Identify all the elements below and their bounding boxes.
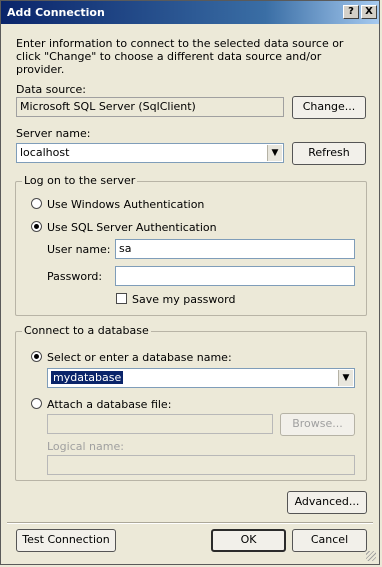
database-name-combobox[interactable]: mydatabase ▼ [47,368,355,388]
add-connection-dialog: Add Connection ? X Enter information to … [0,0,380,565]
database-group-label: Connect to a database [22,324,151,337]
username-field[interactable]: sa [115,239,355,259]
resize-grip-icon[interactable] [366,551,376,561]
password-field[interactable] [115,266,355,286]
windows-auth-radio[interactable] [31,198,42,209]
window-title: Add Connection [7,6,105,19]
change-button[interactable]: Change... [292,96,366,119]
browse-button[interactable]: Browse... [280,413,355,436]
logical-name-label: Logical name: [47,440,124,453]
attach-file-radio[interactable] [31,398,42,409]
intro-text: Enter information to connect to the sele… [16,37,344,76]
sql-auth-radio[interactable] [31,221,42,232]
attach-file-field[interactable] [47,414,273,434]
password-label: Password: [47,270,103,283]
test-connection-button[interactable]: Test Connection [16,529,116,552]
server-name-combobox[interactable]: localhost ▼ [16,143,284,163]
select-database-radio[interactable] [31,351,42,362]
ok-button[interactable]: OK [211,529,286,552]
username-label: User name: [47,243,111,256]
divider [7,522,373,524]
help-button[interactable]: ? [343,5,359,19]
logical-name-field[interactable] [47,455,355,475]
database-name-value: mydatabase [51,371,124,384]
data-source-label: Data source: [16,83,86,96]
title-bar: Add Connection ? X [1,1,379,24]
chevron-down-icon[interactable]: ▼ [267,145,282,161]
sql-auth-label[interactable]: Use SQL Server Authentication [47,221,217,234]
radio-selected-dot [34,354,39,359]
attach-file-label[interactable]: Attach a database file: [47,398,171,411]
cancel-button[interactable]: Cancel [292,529,367,552]
chevron-down-icon[interactable]: ▼ [338,370,353,386]
server-name-value: localhost [20,146,70,159]
radio-selected-dot [34,224,39,229]
advanced-button[interactable]: Advanced... [287,491,367,514]
logon-group-label: Log on to the server [22,174,138,187]
save-password-label[interactable]: Save my password [132,293,235,306]
refresh-button[interactable]: Refresh [292,142,366,165]
save-password-checkbox[interactable] [116,293,127,304]
server-name-label: Server name: [16,127,91,140]
data-source-field: Microsoft SQL Server (SqlClient) [16,97,284,117]
select-database-label[interactable]: Select or enter a database name: [47,351,232,364]
close-button[interactable]: X [361,5,377,19]
windows-auth-label[interactable]: Use Windows Authentication [47,198,204,211]
